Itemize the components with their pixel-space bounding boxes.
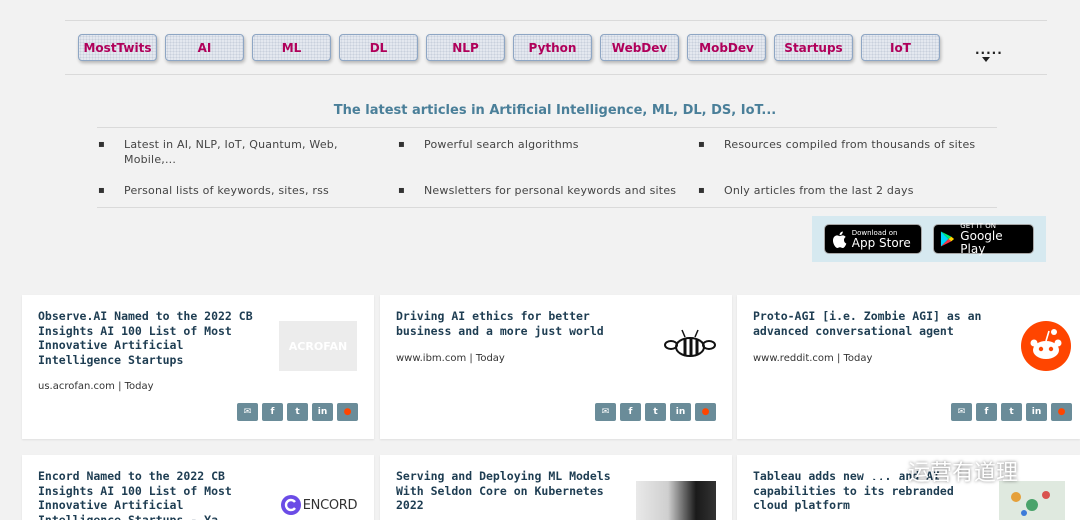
wechat-icon (863, 457, 900, 485)
email-share-icon[interactable]: ✉ (595, 403, 616, 421)
article-thumbnail[interactable] (636, 481, 716, 520)
article-thumbnail[interactable]: ACROFAN (279, 321, 357, 371)
tab-ai[interactable]: AI (165, 34, 244, 61)
tab-mobdev[interactable]: MobDev (687, 34, 766, 61)
article-card: Observe.AI Named to the 2022 CB Insights… (22, 295, 374, 439)
app-store-button[interactable]: Download on App Store (823, 224, 922, 254)
category-tabs: MostTwits AI ML DL NLP Python WebDev Mob… (78, 34, 940, 61)
reddit-share-icon[interactable]: ● (695, 403, 716, 421)
google-play-label: Google Play (960, 229, 1003, 256)
linkedin-share-icon[interactable]: in (1026, 403, 1047, 421)
article-title-link[interactable]: Proto-AGI [i.e. Zombie AGI] as an advanc… (753, 309, 983, 338)
encord-logo[interactable]: ENCORD (276, 493, 362, 517)
tab-startups[interactable]: Startups (774, 34, 853, 61)
facebook-share-icon[interactable]: f (262, 403, 283, 421)
tab-mosttwits[interactable]: MostTwits (78, 34, 157, 61)
share-buttons: ✉ f t in ● (951, 403, 1072, 421)
feature-item: Latest in AI, NLP, IoT, Quantum, Web, Mo… (98, 137, 364, 167)
more-tabs-button[interactable]: ..... (975, 43, 1003, 62)
reddit-logo-icon[interactable] (1021, 321, 1071, 371)
features-bottom-divider (97, 207, 997, 208)
linkedin-share-icon[interactable]: in (312, 403, 333, 421)
article-title-link[interactable]: Driving AI ethics for better business an… (396, 309, 626, 338)
feature-item: Resources compiled from thousands of sit… (698, 137, 994, 152)
reddit-share-icon[interactable]: ● (337, 403, 358, 421)
more-dots: ..... (975, 43, 1003, 57)
article-source: www.reddit.com | Today (753, 353, 873, 364)
share-buttons: ✉ f t in ● (237, 403, 358, 421)
article-card: Encord Named to the 2022 CB Insights AI … (22, 455, 374, 520)
linkedin-share-icon[interactable]: in (670, 403, 691, 421)
feature-item: Powerful search algorithms (398, 137, 684, 152)
article-source: us.acrofan.com | Today (38, 381, 154, 392)
acrofan-logo-text: ACROFAN (288, 339, 348, 353)
page-headline: The latest articles in Artificial Intell… (333, 103, 777, 118)
features-top-divider (97, 127, 997, 128)
encord-logo-text: ENCORD (302, 497, 358, 513)
feature-item: Only articles from the last 2 days (698, 183, 994, 198)
article-title-link[interactable]: Encord Named to the 2022 CB Insights AI … (38, 469, 268, 520)
tab-nlp[interactable]: NLP (426, 34, 505, 61)
facebook-share-icon[interactable]: f (620, 403, 641, 421)
share-buttons: ✉ f t in ● (595, 403, 716, 421)
article-title-link[interactable]: Observe.AI Named to the 2022 CB Insights… (38, 309, 268, 367)
caret-down-icon (982, 57, 990, 62)
article-card: Proto-AGI [i.e. Zombie AGI] as an advanc… (737, 295, 1080, 439)
google-play-icon (941, 231, 955, 247)
feature-item: Newsletters for personal keywords and si… (398, 183, 694, 198)
tab-dl[interactable]: DL (339, 34, 418, 61)
twitter-share-icon[interactable]: t (645, 403, 666, 421)
tab-iot[interactable]: IoT (861, 34, 940, 61)
tab-webdev[interactable]: WebDev (600, 34, 679, 61)
tabs-divider (65, 74, 1047, 75)
apple-icon (832, 231, 847, 248)
app-store-label: App Store (851, 235, 911, 250)
reddit-share-icon[interactable]: ● (1051, 403, 1072, 421)
top-divider (65, 20, 1047, 21)
article-card: Serving and Deploying ML Models With Sel… (380, 455, 732, 520)
watermark-text: 运营有道理 (908, 461, 1019, 486)
google-play-button[interactable]: GET IT ON Google Play (933, 222, 1035, 256)
article-title-link[interactable]: Serving and Deploying ML Models With Sel… (396, 469, 626, 513)
bee-logo-icon[interactable] (662, 325, 718, 365)
email-share-icon[interactable]: ✉ (237, 403, 258, 421)
app-store-badges: Download on App Store GET IT ON Google P… (812, 216, 1046, 262)
encord-icon (280, 495, 301, 515)
twitter-share-icon[interactable]: t (287, 403, 308, 421)
wechat-watermark: 运营有道理 (862, 455, 1018, 487)
tab-python[interactable]: Python (513, 34, 592, 61)
feature-item: Personal lists of keywords, sites, rss (98, 183, 384, 198)
facebook-share-icon[interactable]: f (976, 403, 997, 421)
tab-ml[interactable]: ML (252, 34, 331, 61)
article-source: www.ibm.com | Today (396, 353, 505, 364)
email-share-icon[interactable]: ✉ (951, 403, 972, 421)
twitter-share-icon[interactable]: t (1001, 403, 1022, 421)
article-card: Driving AI ethics for better business an… (380, 295, 732, 439)
